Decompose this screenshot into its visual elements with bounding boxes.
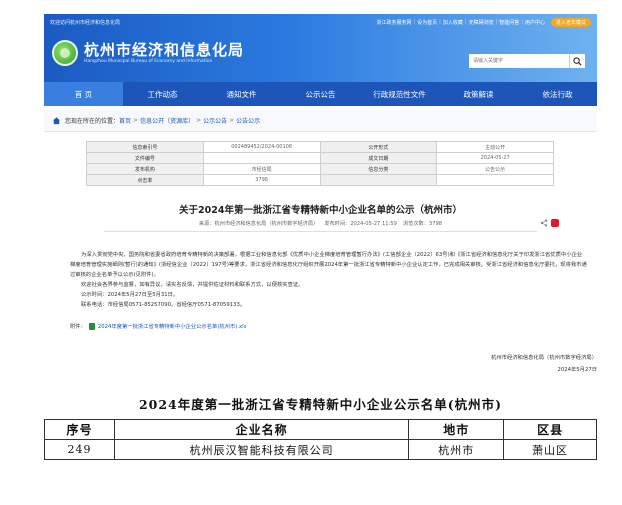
table-row: 249 杭州辰汉智能科技有限公司 杭州市 萧山区 xyxy=(44,439,597,460)
attachment-link[interactable]: 2024年度第一批浙江省专精特新中小企业公示名单(杭州市).xls xyxy=(98,322,247,330)
meta-row: 信息索引号 002489452/2024-00108 公开形式 主动公开 xyxy=(86,141,554,153)
breadcrumb-home[interactable]: 首页 xyxy=(119,116,131,125)
home-icon xyxy=(52,117,61,125)
elder-mode-button[interactable]: 进入老年模式 xyxy=(550,17,591,27)
breadcrumb-public-notice[interactable]: 公告公示 xyxy=(236,116,260,125)
toplink-accessibility[interactable]: 无障碍浏览 xyxy=(469,19,494,26)
xls-file-icon xyxy=(88,322,95,330)
signature-org: 杭州市经济和信息化局（杭州市数字经济局） xyxy=(491,355,597,361)
column-header: 序号 xyxy=(44,419,115,440)
breadcrumb-prefix: 您现在所在的位置： xyxy=(65,118,120,125)
top-links: 浙江政务服务网 | 设为首页 | 加入收藏 | 无障碍浏览 | 智能问答 | 用户中心 进… xyxy=(376,17,591,27)
signature-date: 2024年5月27日 xyxy=(557,367,597,373)
article-paragraph: 公示时间：2024年5月27日至5月31日。 xyxy=(81,292,179,298)
list-title: 2024年度第一批浙江省专精特新中小企业公示名单(杭州市) xyxy=(138,397,503,412)
table-cell: 杭州辰汉智能科技有限公司 xyxy=(113,439,410,460)
share-icon[interactable] xyxy=(540,219,548,227)
attachment: 附件： 2024年度第一批浙江省专精特新中小企业公示名单(杭州市).xls xyxy=(70,322,587,330)
nav-announcements[interactable]: 公示公告 xyxy=(281,82,360,106)
article-body: 为深入贯彻党中央、国务院和省委省政府培育专精特新的决策部署，根据工业和信息化部《… xyxy=(70,250,587,310)
meta-key: 信息索引号 xyxy=(86,141,204,153)
article-paragraph: 联系电话：市经信局0571-85257090、省经信厅0571-87059133… xyxy=(81,302,246,308)
nav-work-news[interactable]: 工作动态 xyxy=(123,82,202,106)
nav-regulations[interactable]: 行政规范性文件 xyxy=(360,82,439,106)
site-header: 欢迎访问杭州市经济和信息化局 浙江政务服务网 | 设为首页 | 加入收藏 | 无障碍浏… xyxy=(44,14,597,82)
top-bar: 欢迎访问杭州市经济和信息化局 浙江政务服务网 | 设为首页 | 加入收藏 | 无障碍浏… xyxy=(44,14,597,30)
table-cell: 萧山区 xyxy=(503,439,597,460)
company-list-table: 序号 企业名称 地市 区县 249 杭州辰汉智能科技有限公司 杭州市 萧山区 xyxy=(44,419,597,460)
meta-row: 发布机构 市经信局 信息分类 公告公示 xyxy=(86,163,554,175)
logo-emblem-icon xyxy=(52,40,78,66)
table-cell: 杭州市 xyxy=(408,439,505,460)
search-input[interactable] xyxy=(469,54,569,68)
column-header: 区县 xyxy=(503,419,597,440)
nav-policy-interpretation[interactable]: 政策解读 xyxy=(439,82,518,106)
table-cell: 249 xyxy=(44,439,115,460)
article-paragraph: 为深入贯彻党中央、国务院和省委省政府培育专精特新的决策部署，根据工业和信息化部《… xyxy=(70,252,587,278)
site-logo[interactable]: 杭州市经济和信息化局 Hangzhou Municipal Bureau of … xyxy=(52,40,244,66)
toplink-smart-qa[interactable]: 智能问答 xyxy=(499,19,519,26)
weibo-share-icon[interactable] xyxy=(551,219,559,227)
breadcrumb: 您现在所在的位置： 首页 > 信息公开（资源库） > 公示公告 > 公告公示 xyxy=(44,110,597,132)
article-views: 浏览次数：3798 xyxy=(402,221,443,227)
search-icon xyxy=(573,56,582,66)
breadcrumb-announcements[interactable]: 公示公告 xyxy=(203,116,227,125)
article-title: 关于2024年第一批浙江省专精特新中小企业名单的公示（杭州市） xyxy=(179,205,462,216)
meta-row: 文件编号 成文日期 2024-05-27 xyxy=(86,152,554,164)
meta-value: 3798 xyxy=(202,174,321,186)
welcome-text: 欢迎访问杭州市经济和信息化局 xyxy=(50,19,121,26)
signature: 杭州市经济和信息化局（杭州市数字经济局） 2024年5月27日 xyxy=(44,352,597,376)
logo-title: 杭州市经济和信息化局 xyxy=(84,41,245,59)
search-button[interactable] xyxy=(569,54,585,68)
breadcrumb-info-public[interactable]: 信息公开（资源库） xyxy=(140,116,194,125)
meta-value: 公告公示 xyxy=(436,163,554,175)
meta-value xyxy=(202,152,321,164)
meta-row: 点击率 3798 xyxy=(86,174,554,186)
toplink-user-center[interactable]: 用户中心 xyxy=(525,19,545,26)
meta-key xyxy=(319,174,438,186)
toplink-set-home[interactable]: 设为首页 xyxy=(417,19,437,26)
meta-key: 信息分类 xyxy=(319,163,438,175)
meta-value: 2024-05-27 xyxy=(436,152,554,164)
article-source: 来源：杭州市经济和信息化局（杭州市数字经济局） xyxy=(198,221,319,227)
meta-value: 002489452/2024-00108 xyxy=(202,141,321,153)
meta-key: 文件编号 xyxy=(86,152,204,164)
article-paragraph: 欢迎社会各界参与监督，如有异议，请实名反馈，并提供佐证材料和联系方式，以便核实查… xyxy=(81,282,304,288)
nav-notices[interactable]: 通知文件 xyxy=(202,82,281,106)
meta-key: 发布机构 xyxy=(86,163,204,175)
column-header: 地市 xyxy=(408,419,505,440)
meta-value xyxy=(436,174,554,186)
attachment-label: 附件： xyxy=(70,324,86,330)
article-meta-line: 来源：杭州市经济和信息化局（杭州市数字经济局） 发布时间：2024-05-27 … xyxy=(104,219,559,232)
meta-key: 成文日期 xyxy=(319,152,438,164)
nav-home[interactable]: 首 页 xyxy=(44,82,123,106)
meta-value: 市经信局 xyxy=(202,163,321,175)
nav-law-administration[interactable]: 依法行政 xyxy=(518,82,597,106)
article-publish-time: 发布时间：2024-05-27 11:59 xyxy=(324,221,397,227)
table-header-row: 序号 企业名称 地市 区县 xyxy=(44,419,597,440)
meta-key: 点击率 xyxy=(86,174,204,186)
toplink-favorite[interactable]: 加入收藏 xyxy=(443,19,463,26)
page: 欢迎访问杭州市经济和信息化局 浙江政务服务网 | 设为首页 | 加入收藏 | 无障碍浏… xyxy=(44,14,597,460)
column-header: 企业名称 xyxy=(113,419,410,440)
meta-value: 主动公开 xyxy=(436,141,554,153)
share-buttons xyxy=(540,219,559,227)
info-meta-table: 信息索引号 002489452/2024-00108 公开形式 主动公开 文件编… xyxy=(86,141,554,186)
toplink-zjzwfw[interactable]: 浙江政务服务网 xyxy=(376,19,411,26)
main-nav: 首 页 工作动态 通知文件 公示公告 行政规范性文件 政策解读 依法行政 xyxy=(44,82,597,106)
meta-key: 公开形式 xyxy=(319,141,438,153)
search-box xyxy=(469,54,585,68)
logo-subtitle: Hangzhou Municipal Bureau of Economy and… xyxy=(84,59,213,64)
